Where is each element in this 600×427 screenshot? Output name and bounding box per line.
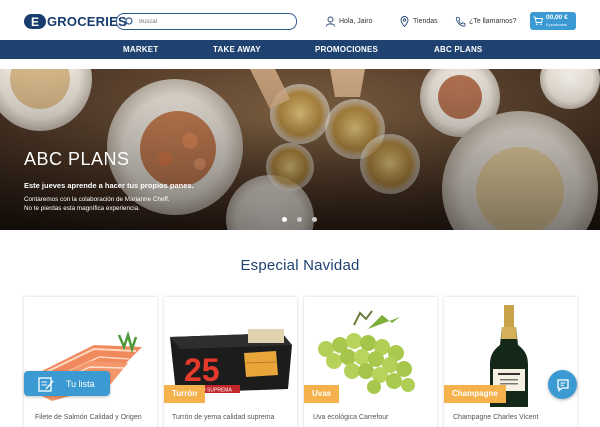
callback-label: ¿Te llamamos? xyxy=(469,17,517,25)
main-nav: MARKET TAKE AWAY PROMOCIONES ABC PLANS xyxy=(0,40,600,59)
callback-link[interactable]: ¿Te llamamos? xyxy=(455,14,516,28)
logo-text: GROCERIES xyxy=(47,14,127,29)
product-card[interactable] xyxy=(24,297,157,427)
nav-item-market[interactable]: MARKET xyxy=(123,40,158,59)
product-tag: Champagne xyxy=(444,385,506,403)
logo[interactable]: E GROCERIES xyxy=(24,13,127,30)
header: E GROCERIES Hola, Jairo Tiendas ¿Te llam… xyxy=(0,0,600,40)
shopping-list-label: Tu lista xyxy=(66,378,95,389)
list-edit-icon xyxy=(34,371,58,396)
cart-total: 00,00 € xyxy=(546,14,568,22)
hero-description-line-2: No te pierdas esta magnífica experiencia… xyxy=(24,205,140,212)
product-name[interactable]: Filete de Salmón Calidad y Origen xyxy=(35,414,142,421)
nav-item-take-away[interactable]: TAKE AWAY xyxy=(213,40,261,59)
map-pin-icon xyxy=(400,15,409,27)
carousel-dot-2[interactable] xyxy=(297,217,302,222)
product-name[interactable]: Uva ecológica Carrefour xyxy=(313,414,388,421)
search-icon[interactable] xyxy=(123,16,133,27)
carousel-dot-3[interactable] xyxy=(312,217,317,222)
hero-title: ABC PLANS xyxy=(24,149,130,169)
user-greeting: Hola, Jairo xyxy=(339,17,373,25)
product-card[interactable] xyxy=(444,297,577,427)
logo-letter: E xyxy=(24,14,46,29)
hero-description-line-1: Contaremos con la colaboración de Marian… xyxy=(24,196,170,203)
search-box[interactable] xyxy=(116,13,297,30)
product-name[interactable]: Turrón de yema calidad suprema xyxy=(172,414,274,421)
product-tag: Turrón xyxy=(164,385,206,403)
stores-link[interactable]: Tiendas xyxy=(399,14,438,28)
product-card[interactable] xyxy=(304,297,437,427)
cart-button[interactable]: 00,00 € 0 productos xyxy=(530,12,576,30)
stores-label: Tiendas xyxy=(413,17,438,25)
carousel-dot-1[interactable] xyxy=(282,217,287,222)
turron-box-number: 25 xyxy=(184,352,220,388)
user-icon xyxy=(325,16,336,27)
shopping-list-button[interactable]: Tu lista xyxy=(24,371,110,396)
section-title: Especial Navidad xyxy=(240,257,360,274)
product-tag: Uvas xyxy=(304,385,340,403)
nav-item-abc-plans[interactable]: ABC PLANS xyxy=(434,40,482,59)
product-card[interactable]: 25 CALIDAD SUPREMA xyxy=(164,297,297,427)
product-name[interactable]: Champagne Charles Vicent xyxy=(453,414,538,421)
cart-count: 0 productos xyxy=(546,21,567,27)
account-link[interactable]: Hola, Jairo xyxy=(325,14,372,28)
phone-icon xyxy=(455,16,466,27)
chat-button[interactable] xyxy=(548,370,577,399)
nav-item-promociones[interactable]: PROMOCIONES xyxy=(315,40,378,59)
chat-icon xyxy=(556,378,569,392)
cart-icon xyxy=(533,16,543,26)
hero-subtitle: Este jueves aprende a hacer tus propios … xyxy=(24,181,194,190)
search-input[interactable] xyxy=(139,18,289,25)
